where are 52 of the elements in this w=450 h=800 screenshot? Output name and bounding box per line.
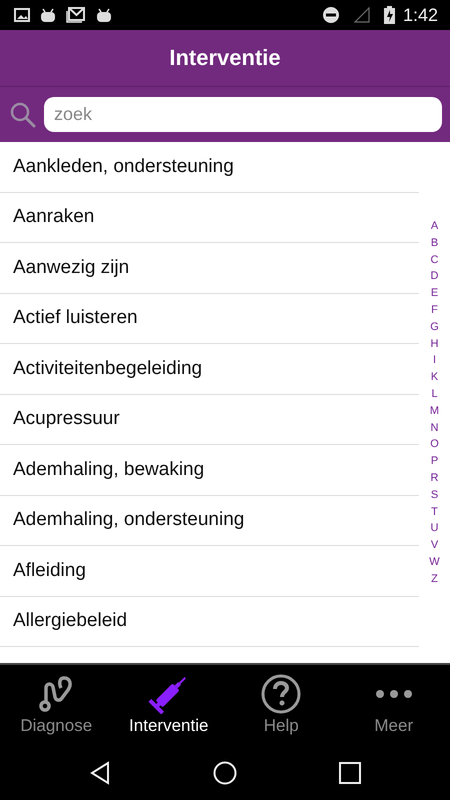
index-letter[interactable]: M xyxy=(430,402,440,420)
tab[interactable]: Meer xyxy=(338,665,450,745)
do-not-disturb-icon xyxy=(322,6,340,24)
index-letter[interactable]: H xyxy=(430,336,438,352)
more-icon xyxy=(376,690,412,698)
list-item[interactable]: Activiteitenbegeleiding xyxy=(0,344,419,394)
index-letter[interactable]: N xyxy=(430,420,438,436)
screen-title: Interventie xyxy=(169,45,281,71)
tab[interactable]: Interventie xyxy=(112,665,225,745)
list-item[interactable]: Aankleden, ondersteuning xyxy=(0,142,419,192)
image-icon xyxy=(14,8,30,22)
list-item[interactable]: Ademhaling, ondersteuning xyxy=(0,496,419,546)
index-letter[interactable]: R xyxy=(430,470,438,487)
index-letter[interactable]: Z xyxy=(431,570,438,588)
tab[interactable]: Diagnose xyxy=(0,665,112,745)
index-letter[interactable]: K xyxy=(430,369,438,386)
index-letter[interactable]: T xyxy=(431,504,438,520)
index-letter[interactable]: C xyxy=(430,252,438,268)
index-letter[interactable]: U xyxy=(430,520,438,538)
back-icon[interactable] xyxy=(89,760,111,784)
signal-icon xyxy=(354,7,370,23)
index-letter[interactable]: P xyxy=(430,453,438,470)
index-letter[interactable]: I xyxy=(432,352,436,370)
battery-icon xyxy=(384,6,395,24)
list-item[interactable]: Allergiebeleid xyxy=(0,596,419,647)
index-letter[interactable]: V xyxy=(430,537,438,554)
list-item[interactable]: Actief luisteren xyxy=(0,294,419,344)
help-icon xyxy=(261,674,302,714)
index-letter[interactable]: A xyxy=(430,218,438,235)
index-letter[interactable]: D xyxy=(430,268,438,286)
index-letter[interactable]: E xyxy=(430,285,438,302)
clock: 1:42 xyxy=(402,4,438,26)
home-icon[interactable] xyxy=(213,760,237,784)
index-letter[interactable]: S xyxy=(430,486,438,504)
android-icon xyxy=(96,8,112,22)
search-icon xyxy=(10,102,36,128)
index-letter[interactable]: B xyxy=(430,234,438,252)
index-letter[interactable]: G xyxy=(430,318,439,336)
mail-icon xyxy=(66,7,86,23)
index-letter[interactable]: W xyxy=(429,554,440,571)
index-letter[interactable]: F xyxy=(431,302,438,319)
list-item[interactable]: Aanwezig zijn xyxy=(0,243,419,294)
tab[interactable]: Help xyxy=(225,665,338,745)
index-letter[interactable]: O xyxy=(430,436,439,454)
android-icon xyxy=(40,8,56,22)
list-item[interactable]: Ademhaling, bewaking xyxy=(0,445,419,496)
index-letter[interactable]: L xyxy=(431,386,438,403)
list-item[interactable]: Aanraken xyxy=(0,192,419,243)
list-item[interactable]: Afleiding xyxy=(0,546,419,596)
list-item[interactable]: Acupressuur xyxy=(0,394,419,445)
recents-icon[interactable] xyxy=(339,762,361,784)
search-field[interactable]: zoek xyxy=(44,97,442,132)
